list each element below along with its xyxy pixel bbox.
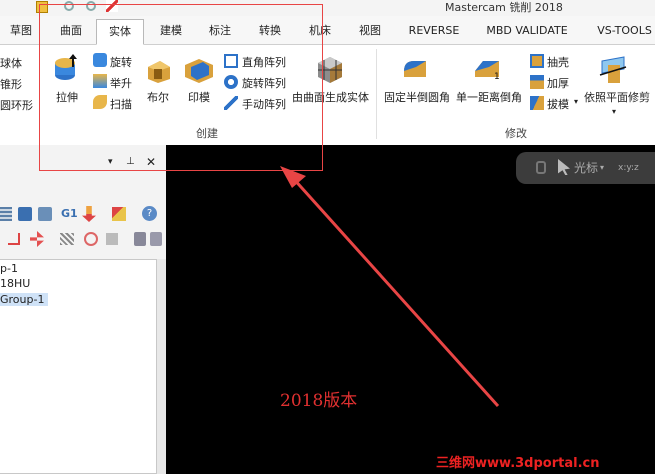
watermark: 三维网www.3dportal.cn: [436, 456, 600, 471]
version-caption: 2018版本: [280, 391, 358, 411]
